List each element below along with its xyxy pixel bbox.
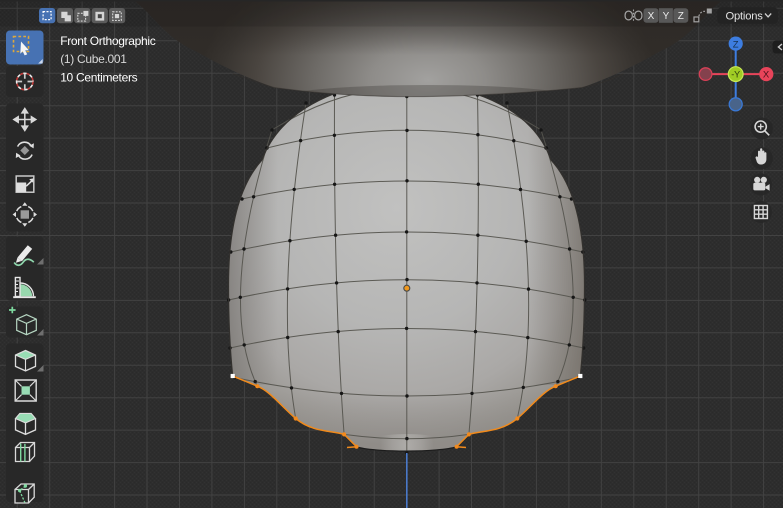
- svg-text:Front Orthographic: Front Orthographic: [60, 34, 156, 48]
- svg-text:Y: Y: [663, 11, 670, 22]
- svg-text:X: X: [763, 70, 770, 81]
- svg-text:X: X: [648, 11, 655, 22]
- svg-text:(1) Cube.001: (1) Cube.001: [60, 52, 127, 66]
- svg-text:Options: Options: [726, 10, 764, 22]
- svg-text:10 Centimeters: 10 Centimeters: [60, 70, 137, 84]
- svg-text:Z: Z: [733, 39, 739, 50]
- svg-text:Z: Z: [678, 11, 684, 22]
- svg-text:-Y: -Y: [731, 70, 740, 80]
